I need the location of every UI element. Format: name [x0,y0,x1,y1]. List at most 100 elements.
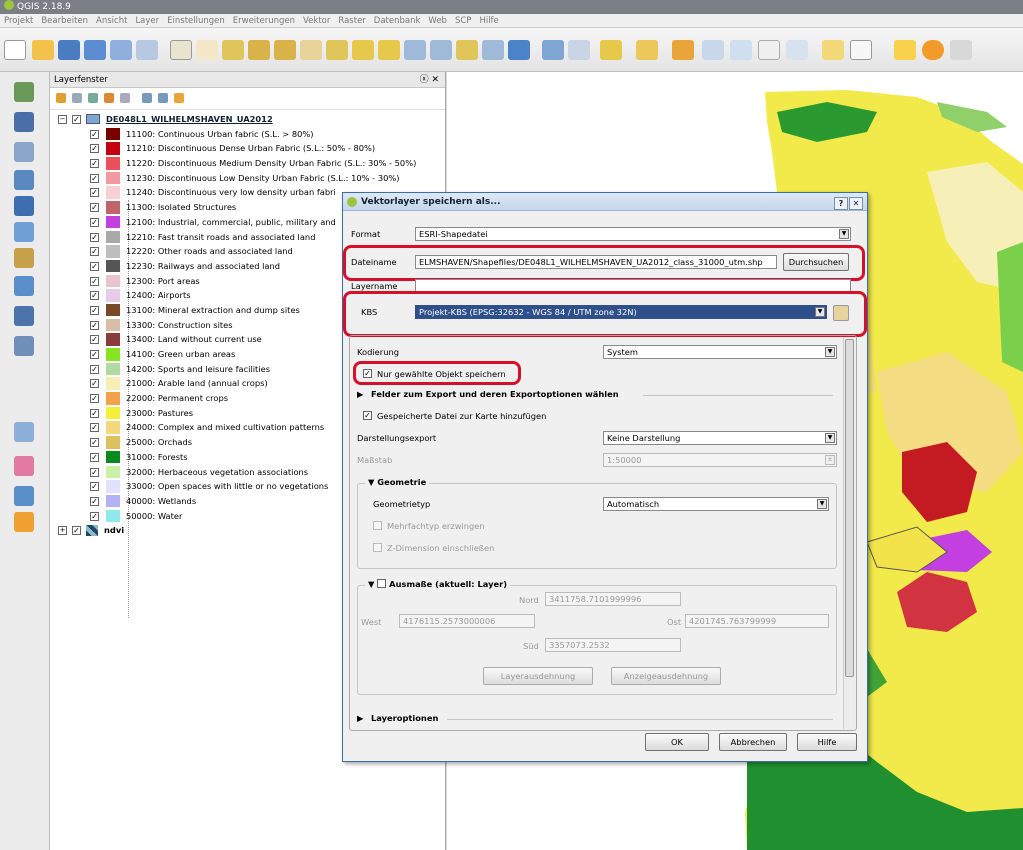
fields-section-header[interactable]: Felder zum Export und deren Exportoption… [371,389,619,399]
symbology-select[interactable]: Keine Darstellung ▼ [603,431,837,445]
class-checkbox[interactable]: ✓ [90,364,99,374]
dialog-close-icon[interactable]: ✕ [849,197,863,210]
browse-button[interactable]: Durchsuchen [783,253,849,271]
legend-class-row[interactable]: ✓ 11230: Discontinuous Low Density Urban … [50,171,445,186]
add-wfs-icon[interactable] [14,276,34,296]
text-annotation-icon[interactable] [850,40,872,60]
scp-tool-icon[interactable] [14,486,34,506]
layer-visibility-checkbox[interactable]: ✓ [72,526,81,536]
zoom-out-icon[interactable] [274,40,296,60]
menu-datenbank[interactable]: Datenbank [370,14,425,28]
menu-raster[interactable]: Raster [334,14,369,28]
remove-layer-icon[interactable] [174,93,184,103]
menu-scp[interactable]: SCP [451,14,475,28]
layer-expand-toggle[interactable]: + [58,526,67,536]
class-checkbox[interactable]: ✓ [90,408,99,418]
add-to-map-checkbox[interactable]: ✓ [363,411,372,420]
only-selected-checkbox[interactable]: ✓ [363,369,372,378]
class-checkbox[interactable]: ✓ [90,203,99,213]
class-checkbox[interactable]: ✓ [90,452,99,462]
new-print-composer-icon[interactable] [110,40,132,60]
add-wcs-icon[interactable] [14,248,34,268]
scrollbar-thumb[interactable] [845,339,854,677]
format-select[interactable]: ESRI-Shapedatei ▼ [415,227,851,241]
filename-input[interactable]: ELMSHAVEN/Shapefiles/DE048L1_WILHELMSHAV… [415,255,777,269]
legend-class-row[interactable]: ✓ 11100: Continuous Urban fabric (S.L. > … [50,127,445,142]
class-checkbox[interactable]: ✓ [90,173,99,183]
plugin-icon[interactable] [894,40,916,60]
new-shapefile-icon[interactable] [14,336,34,356]
class-checkbox[interactable]: ✓ [90,291,99,301]
measure-icon[interactable] [786,40,808,60]
add-group-icon[interactable] [72,93,82,103]
pan-map-icon[interactable] [196,40,218,60]
show-bookmarks-icon[interactable] [482,40,504,60]
class-checkbox[interactable]: ✓ [90,335,99,345]
field-calculator-icon[interactable] [730,40,752,60]
composer-manager-icon[interactable] [136,40,158,60]
georeferencer-icon[interactable] [14,456,34,476]
edit-pencil-icon[interactable] [14,512,34,532]
help-button[interactable]: Hilfe [797,733,857,751]
class-checkbox[interactable]: ✓ [90,379,99,389]
save-project-icon[interactable] [58,40,80,60]
pan-to-selection-icon[interactable] [222,40,244,60]
ok-button[interactable]: OK [645,733,709,751]
class-checkbox[interactable]: ✓ [90,159,99,169]
menu-layer[interactable]: Layer [131,14,163,28]
add-raster-layer-icon[interactable] [14,112,34,132]
encoding-select[interactable]: System ▼ [603,345,837,359]
geometry-type-select[interactable]: Automatisch ▼ [603,497,829,511]
menu-projekt[interactable]: Projekt [0,14,37,28]
save-as-icon[interactable] [84,40,106,60]
legend-class-row[interactable]: ✓ 11210: Discontinuous Dense Urban Fabric… [50,141,445,156]
touch-zoom-icon[interactable] [170,40,192,60]
class-checkbox[interactable]: ✓ [90,496,99,506]
gps-tools-icon[interactable] [14,422,34,442]
identify-features-icon[interactable] [542,40,564,60]
add-wms-icon[interactable] [14,222,34,242]
cancel-button[interactable]: Abbrechen [719,733,787,751]
east-input[interactable]: 4201745.763799999 [685,614,829,628]
canvas-extent-button[interactable]: Anzeigeausdehnung [611,667,721,685]
fields-section-arrow-icon[interactable]: ▶ [357,389,363,399]
new-bookmark-icon[interactable] [456,40,478,60]
class-checkbox[interactable]: ✓ [90,188,99,198]
layer-options-arrow-icon[interactable]: ▶ [357,713,363,723]
add-spatialite-icon[interactable] [14,196,34,216]
menu-ansicht[interactable]: Ansicht [92,14,131,28]
add-virtual-layer-icon[interactable] [14,306,34,326]
layer-group-row[interactable]: − ✓ DE048L1_WILHELMSHAVEN_UA2012 [50,112,445,127]
class-checkbox[interactable]: ✓ [90,394,99,404]
layer-options-header[interactable]: Layeroptionen [371,713,438,723]
dialog-help-icon[interactable]: ? [834,197,848,210]
class-checkbox[interactable]: ✓ [90,482,99,492]
crs-select[interactable]: Projekt-KBS (EPSG:32632 - WGS 84 / UTM z… [415,305,827,319]
class-checkbox[interactable]: ✓ [90,129,99,139]
force-multi-checkbox[interactable] [373,521,382,530]
north-input[interactable]: 3411758.7101999996 [545,592,681,606]
legend-class-row[interactable]: ✓ 11220: Discontinuous Medium Density Urb… [50,156,445,171]
group-expand-toggle[interactable]: − [58,115,67,124]
geometry-section-header[interactable]: ▼ Geometrie [365,477,430,487]
class-checkbox[interactable]: ✓ [90,144,99,154]
run-action-icon[interactable] [568,40,590,60]
add-postgis-icon[interactable] [14,170,34,190]
filter-expression-icon[interactable] [120,93,130,103]
crs-selector-icon[interactable] [833,305,849,321]
group-visibility-checkbox[interactable]: ✓ [72,115,81,124]
python-plugin-icon[interactable] [922,40,944,60]
zoom-next-icon[interactable] [430,40,452,60]
layer-extent-button[interactable]: Layerausdehnung [483,667,593,685]
select-by-value-icon[interactable] [636,40,658,60]
open-layer-styling-icon[interactable] [56,93,66,103]
more-tools-icon[interactable] [950,40,972,60]
class-checkbox[interactable]: ✓ [90,423,99,433]
zoom-layer-icon[interactable] [378,40,400,60]
class-checkbox[interactable]: ✓ [90,261,99,271]
class-checkbox[interactable]: ✓ [90,467,99,477]
zoom-selection-icon[interactable] [352,40,374,60]
expand-all-icon[interactable] [142,93,152,103]
scale-input[interactable]: 1:50000 ± [603,453,837,467]
new-project-icon[interactable] [4,40,26,60]
